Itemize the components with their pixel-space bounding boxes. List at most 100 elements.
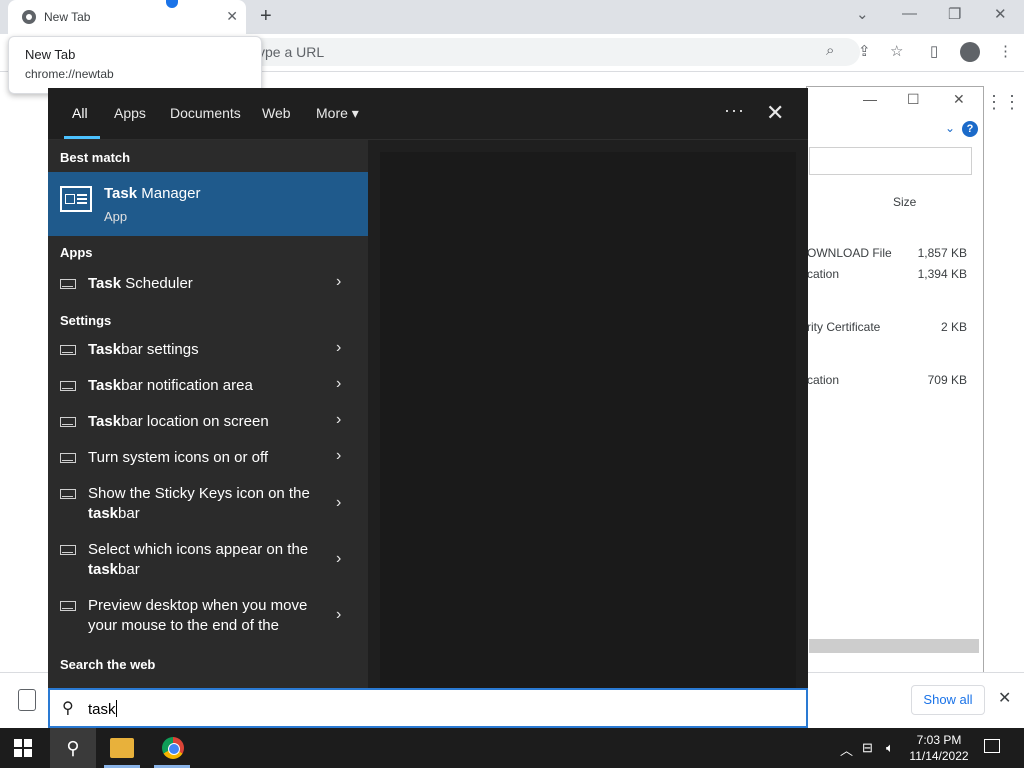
menu-kebab-icon[interactable]: ⋮ [998, 42, 1013, 60]
result-system-icons[interactable]: Turn system icons on or off › [48, 440, 368, 476]
help-icon[interactable]: ? [962, 121, 978, 137]
chevron-down-icon: ▾ [351, 105, 359, 121]
result-sticky-keys[interactable]: Show the Sticky Keys icon on the taskbar… [48, 478, 368, 532]
network-icon[interactable]: ⊟ [862, 740, 873, 756]
new-tab-button[interactable]: + [260, 5, 272, 28]
settings-icon [60, 601, 76, 611]
keyboard-icon [60, 489, 76, 499]
search-query[interactable]: task [88, 700, 117, 718]
chevron-right-icon[interactable]: › [336, 447, 341, 465]
search-the-web-header: Search the web [60, 657, 156, 672]
explorer-expand-chevron-icon[interactable]: ⌄ [945, 121, 955, 135]
settings-icon [60, 453, 76, 463]
download-file-icon[interactable] [18, 689, 36, 711]
tab-hover-tooltip: New Tab chrome://newtab [8, 36, 262, 94]
taskbar-search-icon[interactable]: ⚲ [50, 728, 96, 768]
settings-icon [60, 545, 76, 555]
search-results-list: Best match Task Manager App Apps Task Sc… [48, 140, 368, 688]
apps-header: Apps [60, 245, 93, 260]
chevron-right-icon[interactable]: › [336, 606, 341, 624]
chevron-right-icon[interactable]: › [336, 494, 341, 512]
result-preview-pane [380, 152, 796, 688]
search-close-icon[interactable]: ✕ [766, 100, 784, 126]
best-match-subtitle: App [104, 209, 128, 224]
windows-start-icon[interactable] [14, 739, 32, 757]
explorer-search-box[interactable] [809, 147, 972, 175]
show-hidden-icons-icon[interactable]: ︿ [840, 740, 853, 759]
side-panel-icon[interactable]: ▯ [930, 42, 938, 60]
show-all-button[interactable]: Show all [911, 685, 985, 715]
size-column-header[interactable]: Size [893, 195, 916, 209]
explorer-minimize-icon[interactable]: — [863, 91, 877, 107]
profile-avatar[interactable] [960, 42, 980, 62]
result-taskbar-location[interactable]: Taskbar location on screen › [48, 404, 368, 440]
result-taskbar-settings[interactable]: Taskbar settings › [48, 332, 368, 368]
minimize-icon[interactable]: — [902, 5, 917, 22]
address-bar[interactable]: ype a URL [160, 38, 860, 66]
file-type: cation [807, 267, 840, 281]
bookmark-star-icon[interactable]: ☆ [890, 42, 903, 60]
result-label: Taskbar location on screen [88, 413, 269, 430]
tab-close-icon[interactable]: ✕ [226, 8, 238, 25]
chrome-icon[interactable] [162, 737, 184, 759]
active-tab-indicator [64, 136, 100, 139]
more-options-icon[interactable]: ··· [724, 100, 745, 121]
search-input[interactable]: ⚲ task [48, 688, 808, 728]
result-label: Taskbar settings [88, 341, 199, 358]
clock-time: 7:03 PM [916, 733, 962, 747]
result-preview-desktop[interactable]: Preview desktop when you move your mouse… [48, 590, 368, 644]
tab-documents[interactable]: Documents [170, 105, 241, 121]
file-size: 709 KB [927, 373, 967, 387]
result-label: Turn system icons on or off [88, 449, 269, 466]
result-taskbar-notification-area[interactable]: Taskbar notification area › [48, 368, 368, 404]
file-explorer-icon[interactable] [110, 738, 134, 758]
notifications-icon[interactable] [984, 739, 1000, 753]
settings-header: Settings [60, 313, 112, 328]
explorer-maximize-icon[interactable]: ☐ [907, 91, 920, 108]
result-label: Show the Sticky Keys icon on the taskbar [88, 485, 310, 522]
chevron-right-icon[interactable]: › [336, 273, 341, 291]
chevron-right-icon[interactable]: › [336, 550, 341, 568]
file-size: 1,394 KB [917, 267, 967, 281]
tab-title: New Tab [44, 10, 91, 24]
restore-icon[interactable]: ❐ [948, 5, 961, 23]
chrome-favicon-icon [22, 10, 36, 24]
explorer-close-icon[interactable]: ✕ [953, 91, 965, 108]
clock-date: 11/14/2022 [909, 749, 969, 763]
tooltip-title: New Tab [25, 47, 76, 62]
file-size: 1,857 KB [917, 246, 967, 260]
best-match-task-manager[interactable]: Task Manager App [48, 172, 368, 236]
chevron-right-icon[interactable]: › [336, 339, 341, 357]
file-type: OWNLOAD File [807, 246, 892, 260]
zoom-icon[interactable]: ⌕ [826, 42, 834, 59]
result-label: Preview desktop when you move your mouse… [88, 597, 308, 634]
tab-all[interactable]: All [72, 105, 88, 121]
settings-icon [60, 417, 76, 427]
result-label: Select which icons appear on the taskbar [88, 541, 309, 578]
result-label: Task Scheduler [88, 275, 193, 292]
download-bar-close-icon[interactable]: ✕ [998, 688, 1011, 708]
apps-grid-icon[interactable]: ⋮⋮⋮ [985, 92, 1024, 113]
window-close-icon[interactable]: ✕ [994, 5, 1007, 23]
result-select-icons[interactable]: Select which icons appear on the taskbar… [48, 534, 368, 588]
address-placeholder: ype a URL [258, 44, 325, 60]
settings-icon [60, 345, 76, 355]
task-manager-icon [60, 186, 92, 212]
result-task-scheduler[interactable]: Task Scheduler › [48, 264, 368, 304]
tab-apps[interactable]: Apps [114, 105, 146, 121]
file-size: 2 KB [940, 320, 967, 334]
system-clock[interactable]: 7:03 PM 11/14/2022 [908, 732, 970, 764]
volume-icon[interactable]: 🔈︎ [886, 740, 894, 756]
tab-search-chevron-icon[interactable]: ⌄ [856, 5, 869, 23]
tab-new-tab[interactable]: New Tab ✕ [8, 0, 246, 34]
file-type: rity Certificate [807, 320, 881, 334]
best-match-header: Best match [60, 150, 131, 165]
horizontal-scrollbar[interactable] [809, 639, 979, 653]
settings-icon [60, 381, 76, 391]
share-icon[interactable]: ⇪ [858, 42, 871, 60]
tab-web[interactable]: Web [262, 105, 291, 121]
result-label: Taskbar notification area [88, 377, 253, 394]
chevron-right-icon[interactable]: › [336, 375, 341, 393]
chevron-right-icon[interactable]: › [336, 411, 341, 429]
tab-more[interactable]: More ▾ [316, 105, 359, 122]
